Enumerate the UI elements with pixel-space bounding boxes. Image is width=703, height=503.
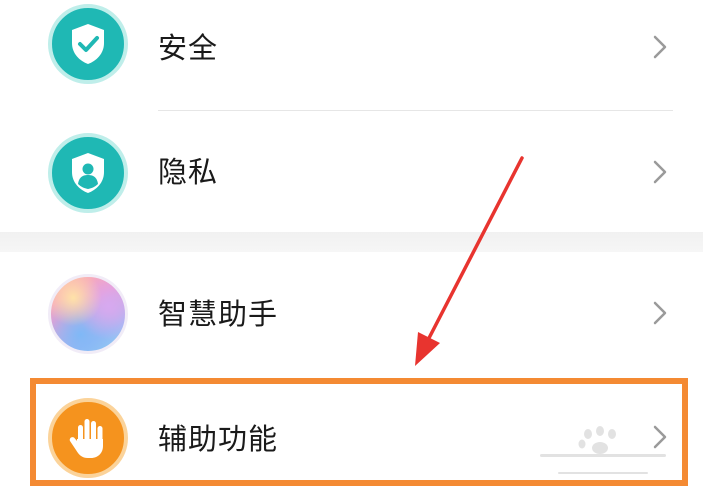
settings-item-accessibility[interactable]: 辅助功能 xyxy=(0,378,703,503)
chevron-right-icon xyxy=(653,35,667,59)
settings-item-label: 辅助功能 xyxy=(158,422,279,456)
settings-item-smart-assistant[interactable]: 智慧助手 xyxy=(0,252,703,378)
hand-icon xyxy=(48,398,128,478)
chevron-right-icon xyxy=(653,160,667,184)
settings-item-privacy[interactable]: 隐私 xyxy=(0,111,703,232)
settings-item-label: 安全 xyxy=(158,31,219,65)
section-gap xyxy=(0,232,703,252)
settings-item-security[interactable]: 安全 xyxy=(0,0,703,110)
shield-check-icon xyxy=(48,4,128,84)
settings-item-label: 隐私 xyxy=(158,155,219,189)
privacy-person-icon xyxy=(48,133,128,213)
chevron-right-icon xyxy=(653,301,667,325)
smart-assistant-icon xyxy=(48,274,128,354)
settings-item-label: 智慧助手 xyxy=(158,297,279,331)
chevron-right-icon xyxy=(653,425,667,449)
